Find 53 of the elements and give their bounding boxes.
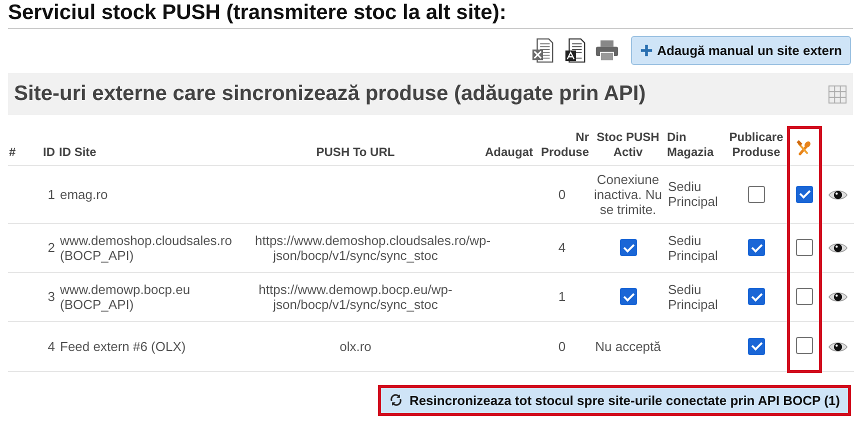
site-name: Feed extern #6 (OLX) xyxy=(60,338,186,354)
stock-push-status: Nu acceptă xyxy=(595,338,661,354)
site-name: emag.ro xyxy=(60,186,108,202)
warehouse-name: Sediu Principal xyxy=(668,179,718,209)
publish-checkbox[interactable] xyxy=(748,239,765,256)
row-id: 4 xyxy=(48,338,55,354)
push-url: olx.ro xyxy=(340,338,372,354)
site-name: www.demoshop.cloudsales.ro (BOCP_API) xyxy=(60,232,232,262)
row-id: 3 xyxy=(48,289,55,304)
publish-checkbox[interactable] xyxy=(748,338,765,355)
pdf-document-icon[interactable] xyxy=(563,38,588,63)
warehouse-name: Sediu Principal xyxy=(668,282,718,312)
column-header: ID Site xyxy=(59,144,96,158)
push-url: https://www.demowp.bocp.eu/wp-json/bocp/v1/sync/sync_stoc xyxy=(258,282,452,312)
site-name: www.demowp.bocp.eu (BOCP_API) xyxy=(60,282,190,312)
push-url: https://www.demoshop.cloudsales.ro/wp-json/bocp/v1/sync/sync_stoc xyxy=(255,232,491,262)
tools-icon xyxy=(796,140,812,156)
row-id: 2 xyxy=(48,240,55,255)
sync-checkbox[interactable] xyxy=(796,288,812,306)
refresh-icon xyxy=(389,393,404,407)
column-header: PUSH To URL xyxy=(316,144,395,158)
publish-checkbox[interactable] xyxy=(748,288,765,306)
product-count: 0 xyxy=(558,338,566,354)
column-header: Din Magazia xyxy=(667,130,714,158)
eye-icon[interactable] xyxy=(828,188,848,202)
eye-icon[interactable] xyxy=(828,340,848,354)
plus-icon xyxy=(640,44,654,57)
column-header: # xyxy=(9,144,16,158)
eye-icon[interactable] xyxy=(828,241,848,256)
page-title: Serviciul stock PUSH (transmitere stoc la alt site): xyxy=(8,0,853,29)
stock-push-checkbox[interactable] xyxy=(620,239,636,256)
add-site-button[interactable]: Adaugă manual un site extern xyxy=(631,36,851,65)
column-header: ID xyxy=(43,144,55,158)
excel-document-icon[interactable] xyxy=(531,38,556,63)
publish-checkbox[interactable] xyxy=(748,186,765,203)
section-title: Site-uri externe care sincronizează produse (adăugate prin API) xyxy=(14,81,646,107)
sync-checkbox[interactable] xyxy=(796,337,812,354)
row-id: 1 xyxy=(48,186,55,202)
printer-icon[interactable] xyxy=(595,38,620,63)
column-header: Publicare Produse xyxy=(729,130,784,158)
column-header: Stoc PUSH Activ xyxy=(596,130,660,158)
eye-icon[interactable] xyxy=(828,290,848,304)
product-count: 1 xyxy=(558,289,566,304)
product-count: 4 xyxy=(558,240,566,255)
product-count: 0 xyxy=(558,186,566,202)
stock-push-status: Conexiune inactiva. Nu se trimite. xyxy=(594,172,662,216)
stock-push-checkbox[interactable] xyxy=(620,288,636,306)
resync-button[interactable]: Resincronizeaza tot stocul spre site-urile conectate prin API BOCP (1) xyxy=(378,384,851,416)
warehouse-name: Sediu Principal xyxy=(668,232,718,262)
column-header: Adaugat xyxy=(485,144,533,158)
column-header: Nr Produse xyxy=(540,130,589,158)
sync-checkbox[interactable] xyxy=(796,186,812,203)
sync-checkbox[interactable] xyxy=(796,239,812,256)
